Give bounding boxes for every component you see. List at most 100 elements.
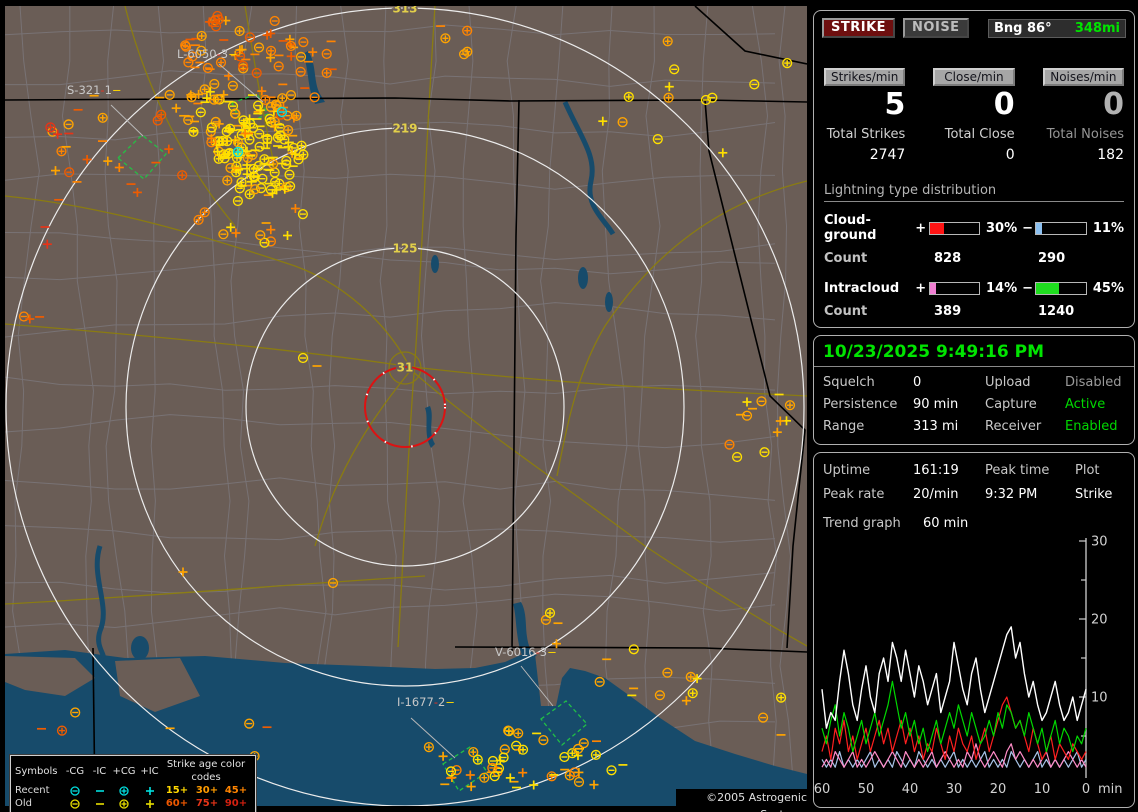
map-canvas: 313 219 125 31 L-6050-3− S-321-1− V-6016-3− I-1… xyxy=(4,0,808,807)
trend-graph-label: Trend graph xyxy=(823,516,901,531)
lightning-map[interactable]: 313 219 125 31 L-6050-3− S-321-1− V-6016-3− I-1… xyxy=(4,0,808,807)
ic-negative-pct: 45% xyxy=(1092,281,1125,296)
cloud-ground-label: Cloud-ground xyxy=(824,213,877,243)
trend-series-total-strikes xyxy=(821,626,1087,729)
range-ring-label: 31 xyxy=(397,361,414,375)
persistence-value: 90 min xyxy=(913,397,959,412)
noises-per-min-button[interactable]: Noises/min xyxy=(1042,68,1124,86)
noises-per-min-value: 0 xyxy=(1103,87,1124,122)
range-ring-label: 219 xyxy=(392,122,417,136)
storm-cell-label: V-6016-3− xyxy=(495,645,557,659)
ic-positive-count: 389 xyxy=(934,304,962,319)
age-code-30+: 30+ xyxy=(195,785,219,796)
trend-x-tick-label: 30 xyxy=(946,782,963,797)
cg-negative-count: 290 xyxy=(1038,251,1066,266)
total-strikes-value: 2747 xyxy=(869,147,906,163)
cloud-ground-row: Cloud-ground + 30% − 11% xyxy=(824,213,1124,243)
upload-label: Upload xyxy=(985,375,1031,390)
squelch-value: 0 xyxy=(913,375,922,390)
ic-negative-bar xyxy=(1035,282,1087,295)
persistence-label: Persistence xyxy=(823,397,898,412)
peak-time-label: Peak time xyxy=(985,463,1050,478)
ic-positive-pct: 14% xyxy=(986,281,1018,296)
ic-positive-bar xyxy=(928,282,981,295)
ic_neg-symbol-icon xyxy=(95,789,104,792)
plot-label: Plot xyxy=(1075,463,1100,478)
age-code-45+: 45+ xyxy=(224,785,248,796)
cg_pos-symbol-icon xyxy=(119,785,129,796)
minus-sign: − xyxy=(1022,220,1034,236)
strike-mode-button[interactable]: STRIKE xyxy=(822,18,896,38)
total-close-value: 0 xyxy=(1005,147,1015,163)
cg-positive-bar xyxy=(928,221,981,235)
trend-y-tick-label: 10 xyxy=(1091,691,1108,706)
strikes-per-min-column: Strikes/min 5 Total Strikes 2747 xyxy=(824,68,906,163)
trend-graph-value: 60 min xyxy=(923,516,969,531)
strike-counters-panel: STRIKE NOISE Bng 86° 348mi Strikes/min 5… xyxy=(813,10,1135,328)
cg-negative-pct: 11% xyxy=(1092,220,1125,236)
range-value: 313 mi xyxy=(913,419,959,434)
ic-count-label: Count xyxy=(824,304,868,319)
nexstorm-window: 313 219 125 31 L-6050-3− S-321-1− V-6016-3− I-1… xyxy=(0,0,1138,812)
ic_pos-symbol-icon xyxy=(145,799,154,808)
strikes-per-min-value: 5 xyxy=(884,87,906,122)
total-noises-label: Total Noises xyxy=(1046,127,1124,142)
age-code-15+: 15+ xyxy=(165,785,189,796)
total-noises-value: 182 xyxy=(1097,147,1124,163)
range-value: 348mi xyxy=(1074,20,1120,36)
age-code-75+: 75+ xyxy=(195,798,219,809)
ic-negative-count: 1240 xyxy=(1038,304,1075,319)
cg-positive-pct: 30% xyxy=(986,220,1018,236)
total-strikes-label: Total Strikes xyxy=(826,127,906,142)
noise-mode-button[interactable]: NOISE xyxy=(903,18,969,38)
cg-positive-count: 828 xyxy=(934,251,962,266)
intracloud-label: Intracloud xyxy=(824,281,900,296)
strike-legend: Symbols -CG -IC +CG +IC Strike age color… xyxy=(9,754,257,812)
receiver-label: Receiver xyxy=(985,419,1042,434)
legend-age-label: Recent xyxy=(15,785,50,796)
legend-icneg-header: -IC xyxy=(92,765,107,777)
ic-count-row: Count 389 1240 xyxy=(824,304,1124,319)
close-per-min-column: Close/min 0 Total Close 0 xyxy=(933,68,1015,163)
upload-status: Disabled xyxy=(1065,375,1122,390)
trend-x-tick-label: 50 xyxy=(858,782,875,797)
cg_neg-symbol-icon xyxy=(70,798,80,809)
trend-y-tick-label: 30 xyxy=(1091,535,1108,550)
noises-per-min-column: Noises/min 0 Total Noises 182 xyxy=(1042,68,1124,163)
squelch-label: Squelch xyxy=(823,375,875,390)
trend-x-unit-label: min xyxy=(1098,782,1123,797)
trend-y-tick-label: 20 xyxy=(1091,613,1108,628)
peak-rate-label: Peak rate xyxy=(823,487,885,502)
trend-x-tick-label: 10 xyxy=(1034,782,1051,797)
capture-label: Capture xyxy=(985,397,1037,412)
trend-panel: Uptime 161:19 Peak time Plot Peak rate 2… xyxy=(813,452,1135,808)
strikes-per-min-button[interactable]: Strikes/min xyxy=(824,68,906,86)
intracloud-row: Intracloud + 14% − 45% xyxy=(824,281,1124,296)
plot-type-value: Strike xyxy=(1075,487,1113,502)
legend-cgneg-header: -CG xyxy=(65,765,85,777)
plus-sign: + xyxy=(915,220,927,236)
ic_neg-symbol-icon xyxy=(95,802,104,805)
legend-cgpos-header: +CG xyxy=(112,765,136,777)
cg_pos-symbol-icon xyxy=(119,798,129,809)
cg-count-row: Count 828 290 xyxy=(824,251,1124,266)
datetime-display: 10/23/2025 9:49:16 PM xyxy=(823,342,1044,362)
bearing-range-display: Bng 86° 348mi xyxy=(988,18,1126,38)
legend-row-old: Old 60+ 75+ 90+ xyxy=(15,797,251,810)
age-code-90+: 90+ xyxy=(224,798,248,809)
legend-age-label: Old xyxy=(15,798,32,809)
storm-cell-label: S-321-1− xyxy=(67,83,122,97)
receiver-status: Enabled xyxy=(1065,419,1118,434)
cg-negative-bar xyxy=(1035,221,1087,235)
trend-x-tick-label: 60 xyxy=(814,782,830,797)
trend-x-tick-label: 0 xyxy=(1082,782,1090,797)
peak-time-value: 9:32 PM xyxy=(985,487,1038,502)
cg_neg-symbol-icon xyxy=(70,785,80,796)
copyright-notice: ©2005 Astrogenic Systems xyxy=(676,789,808,812)
close-per-min-button[interactable]: Close/min xyxy=(933,68,1015,86)
range-ring-label: 125 xyxy=(392,242,417,256)
trend-x-tick-label: 40 xyxy=(902,782,919,797)
total-close-label: Total Close xyxy=(944,127,1015,142)
uptime-label: Uptime xyxy=(823,463,871,478)
storm-cell-label: I-1677-2− xyxy=(397,695,455,709)
